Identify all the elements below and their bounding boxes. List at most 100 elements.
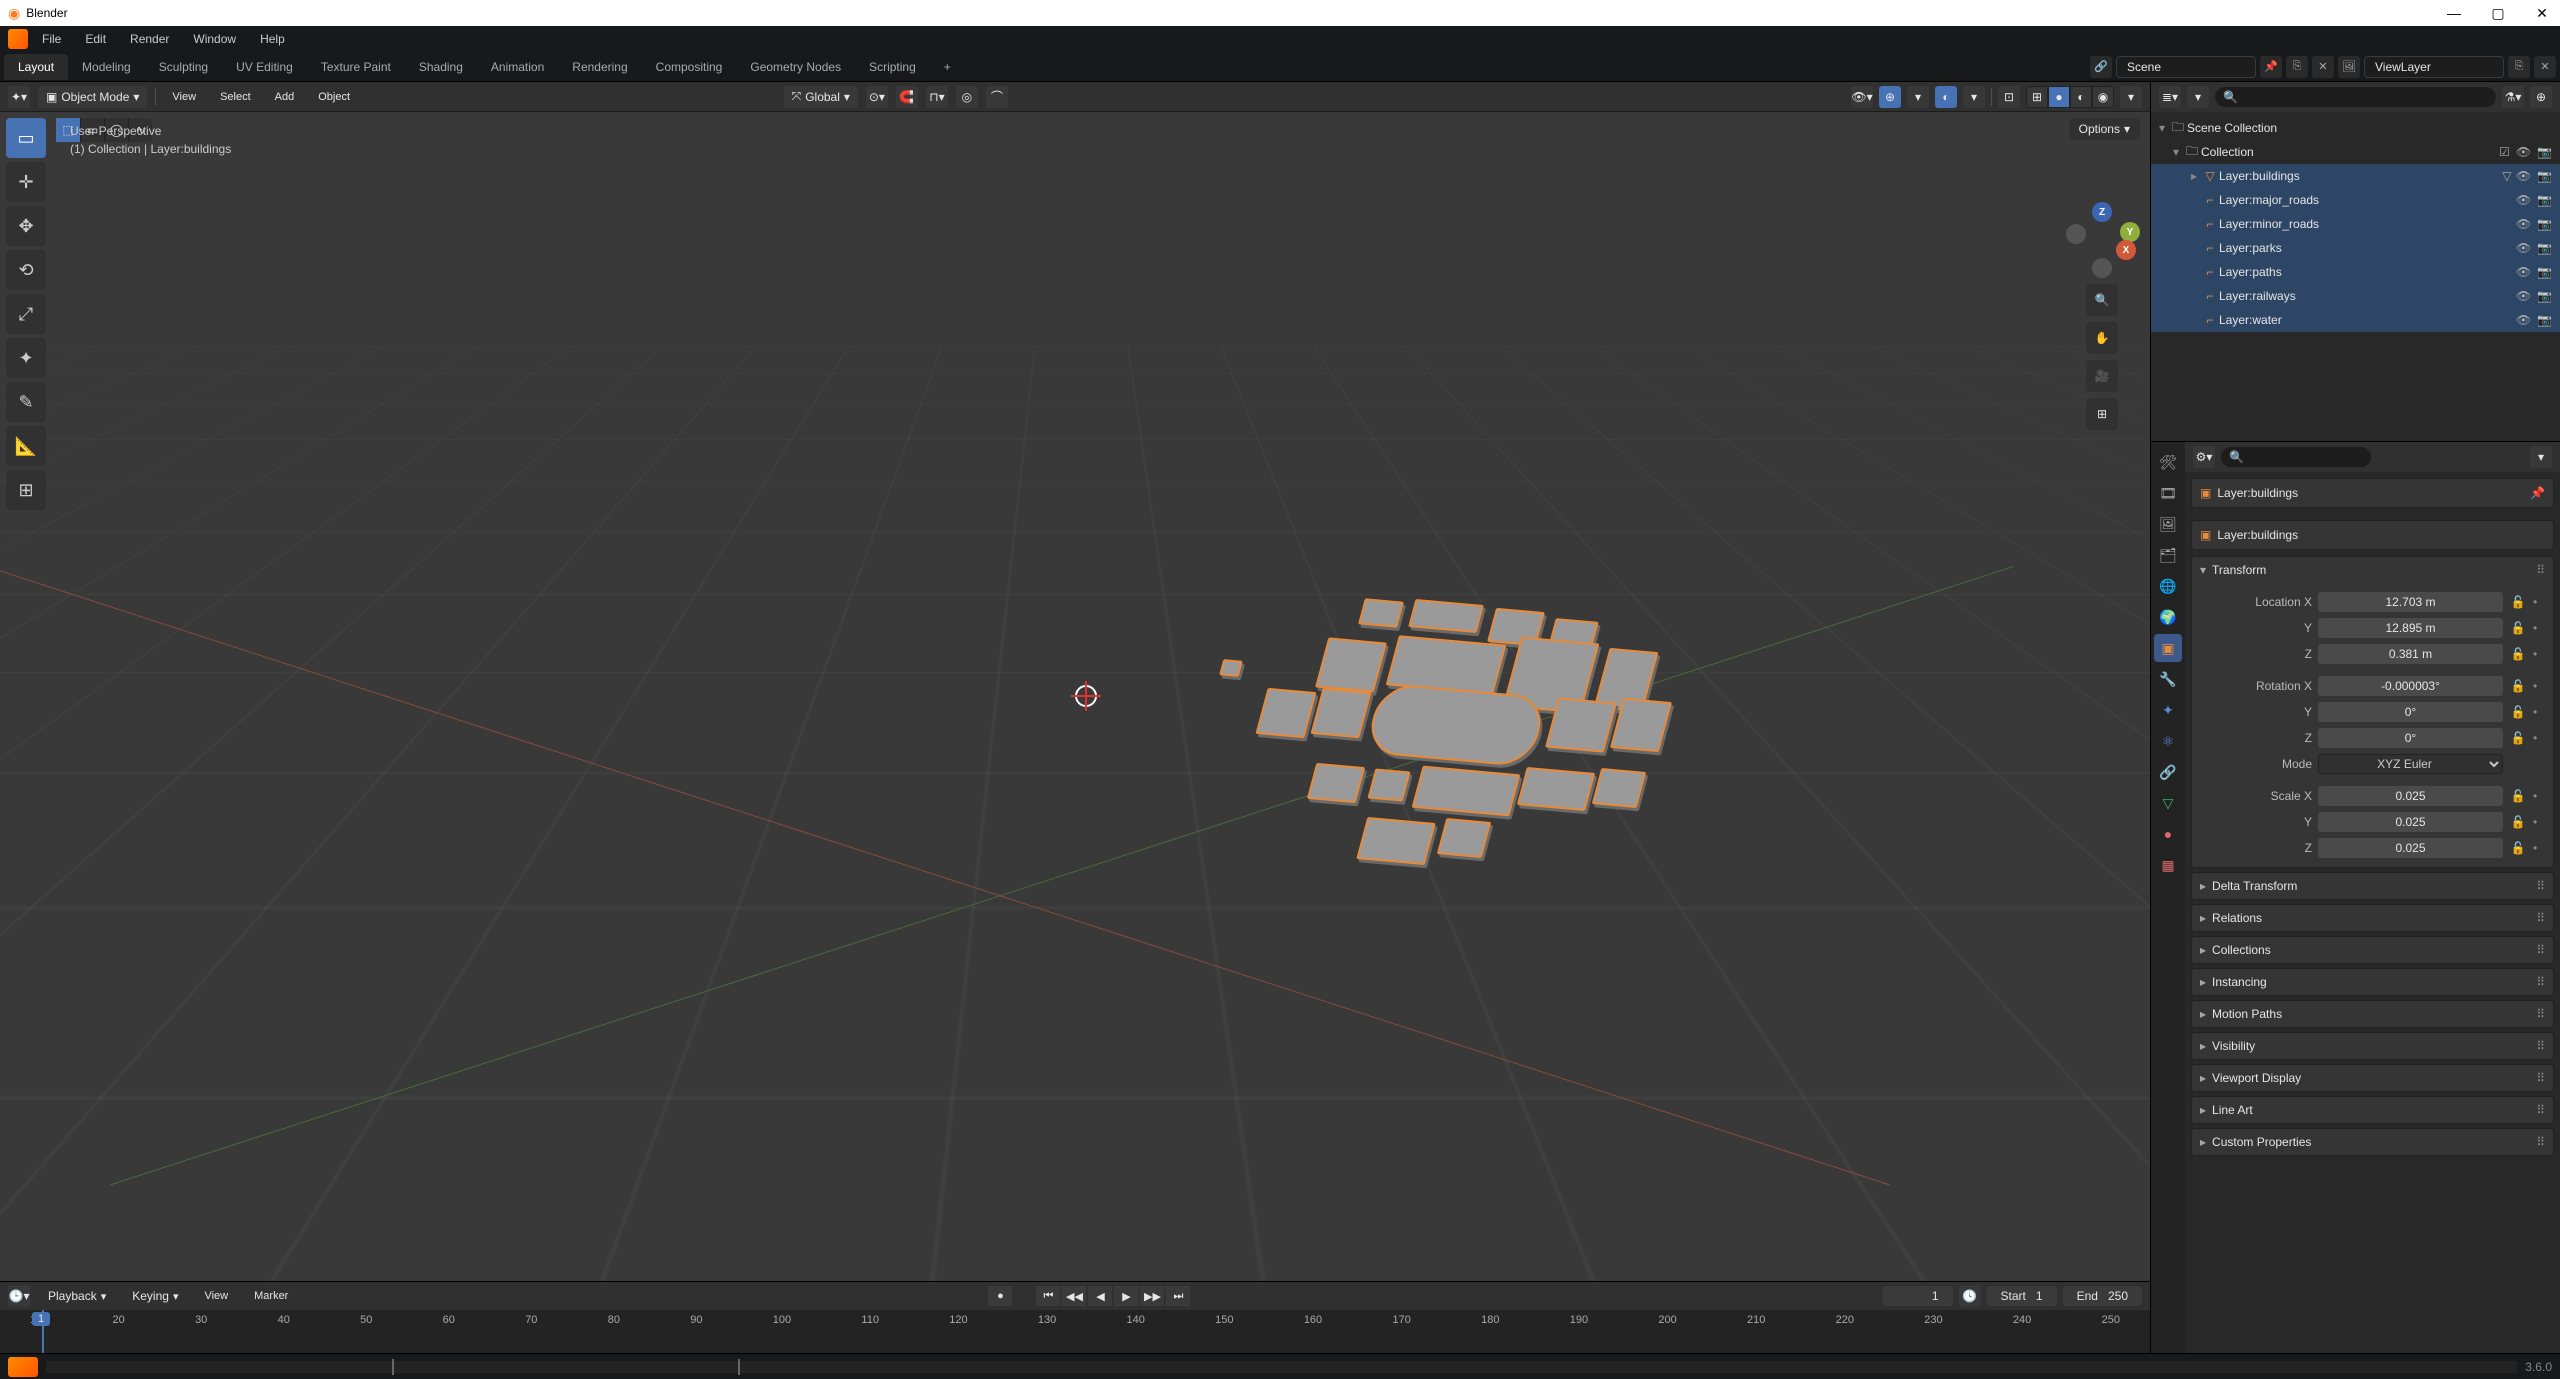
tab-texture[interactable]: ▦ [2154, 851, 2182, 879]
shading-solid-icon[interactable]: ● [2048, 86, 2070, 108]
lock-icon[interactable]: 🔓 [2509, 789, 2527, 803]
workspace-tab-compositing[interactable]: Compositing [642, 54, 737, 80]
hide-viewport-icon[interactable]: 👁 [2516, 145, 2531, 159]
viewport-menu-view[interactable]: View [164, 86, 204, 108]
editor-type-icon[interactable]: ✦▾ [8, 86, 30, 108]
outliner-tree[interactable]: ▾ 🗀 Scene Collection ▾ 🗀 Collection ☑ 👁 … [2151, 112, 2560, 441]
outliner-type-icon[interactable]: ≣▾ [2159, 86, 2181, 108]
lock-icon[interactable]: 🔓 [2509, 815, 2527, 829]
preview-range-icon[interactable]: 🕓 [1959, 1285, 1981, 1307]
panel-header[interactable]: ▸ Relations ⠿ [2192, 905, 2553, 931]
shading-matprev-icon[interactable]: ◐ [2070, 86, 2092, 108]
mode-dropdown[interactable]: ▣ Object Mode ▾ [38, 86, 147, 108]
tool-select-box[interactable]: ▭ [6, 118, 46, 158]
disable-render-icon[interactable]: 📷 [2537, 289, 2552, 303]
overlay-options[interactable]: ▾ [1963, 86, 1985, 108]
hide-viewport-icon[interactable]: 👁 [2516, 217, 2531, 231]
viewlayer-name-field[interactable]: ViewLayer [2364, 56, 2504, 78]
panel-options-icon[interactable]: ⠿ [2536, 911, 2545, 925]
tool-move[interactable]: ✥ [6, 206, 46, 246]
pivot-dropdown[interactable]: ⊙▾ [866, 86, 888, 108]
tab-render[interactable]: 🎞 [2154, 479, 2182, 507]
timeline-editor-type-icon[interactable]: 🕒▾ [8, 1285, 30, 1307]
jump-end-button[interactable]: ⏭ [1166, 1286, 1190, 1306]
playhead[interactable]: 1 [42, 1310, 44, 1353]
gizmo-toggle-icon[interactable]: ⊕ [1879, 86, 1901, 108]
viewport-menu-select[interactable]: Select [212, 86, 259, 108]
panel-options-icon[interactable]: ⠿ [2536, 943, 2545, 957]
overlay-toggle-icon[interactable]: ◐ [1935, 86, 1957, 108]
outliner-item[interactable]: ⌐ Layer:parks 👁📷 [2151, 236, 2560, 260]
outliner-item[interactable]: ⌐ Layer:paths 👁📷 [2151, 260, 2560, 284]
panel-options-icon[interactable]: ⠿ [2536, 1103, 2545, 1117]
panel-options-icon[interactable]: ⠿ [2536, 879, 2545, 893]
timeline-menu-view[interactable]: View [196, 1285, 236, 1307]
panel-header[interactable]: ▸ Instancing ⠿ [2192, 969, 2553, 995]
exclude-checkbox[interactable]: ☑ [2499, 145, 2510, 159]
scene-name-field[interactable]: Scene [2116, 56, 2256, 78]
panel-header[interactable]: ▸ Line Art ⠿ [2192, 1097, 2553, 1123]
outliner-item[interactable]: ⌐ Layer:railways 👁📷 [2151, 284, 2560, 308]
location-z-field[interactable]: 0.381 m [2318, 644, 2503, 664]
panel-transform-header[interactable]: ▾ Transform ⠿ [2192, 557, 2553, 583]
delete-viewlayer-icon[interactable]: ✕ [2534, 56, 2556, 78]
scene-browse-icon[interactable]: 🔗 [2090, 56, 2112, 78]
status-app-icon[interactable] [8, 1357, 38, 1377]
panel-header[interactable]: ▸ Collections ⠿ [2192, 937, 2553, 963]
workspace-tab-modeling[interactable]: Modeling [68, 54, 145, 80]
maximize-button[interactable]: ▢ [2488, 3, 2508, 23]
tab-particles[interactable]: ✦ [2154, 696, 2182, 724]
tool-transform[interactable]: ✦ [6, 338, 46, 378]
workspace-tab-sculpting[interactable]: Sculpting [145, 54, 222, 80]
ortho-toggle-button[interactable]: ⊞ [2086, 398, 2118, 430]
workspace-tab-texture-paint[interactable]: Texture Paint [307, 54, 405, 80]
workspace-tab-uv-editing[interactable]: UV Editing [222, 54, 307, 80]
hide-viewport-icon[interactable]: 👁 [2516, 241, 2531, 255]
tab-data[interactable]: ▽ [2154, 789, 2182, 817]
visibility-filter-icon[interactable]: 👁▾ [1851, 86, 1873, 108]
workspace-tab-shading[interactable]: Shading [405, 54, 477, 80]
orientation-dropdown[interactable]: ⤧ Global ▾ [784, 86, 858, 108]
snap-options[interactable]: ⊓▾ [926, 86, 948, 108]
disable-render-icon[interactable]: 📷 [2537, 265, 2552, 279]
proportional-falloff[interactable]: ⌒ [986, 86, 1008, 108]
rotation-y-field[interactable]: 0° [2318, 702, 2503, 722]
3d-viewport[interactable]: ⬚ ▭ ◯ ∿ User Perspective (1) Collection … [0, 112, 2150, 1281]
outliner-display-mode[interactable]: ▾ [2187, 86, 2209, 108]
tab-material[interactable]: ● [2154, 820, 2182, 848]
rotation-x-field[interactable]: -0.000003° [2318, 676, 2503, 696]
object-name-field[interactable]: ▣ Layer:buildings [2191, 520, 2554, 550]
end-frame-field[interactable]: End 250 [2063, 1286, 2142, 1306]
current-frame-field[interactable]: 1 [1883, 1286, 1953, 1306]
hide-viewport-icon[interactable]: 👁 [2516, 169, 2531, 183]
tab-scene[interactable]: 🌐 [2154, 572, 2182, 600]
snap-toggle[interactable]: 🧲 [896, 86, 918, 108]
lock-icon[interactable]: 🔓 [2509, 731, 2527, 745]
outliner-search-input[interactable]: 🔍 [2215, 87, 2496, 107]
hide-viewport-icon[interactable]: 👁 [2516, 193, 2531, 207]
minimize-button[interactable]: — [2444, 3, 2464, 23]
new-viewlayer-icon[interactable]: ⎘ [2508, 56, 2530, 78]
timeline-menu-marker[interactable]: Marker [246, 1285, 296, 1307]
timeline-track[interactable]: 1 10203040506070809010011012013014015016… [0, 1310, 2150, 1353]
disable-render-icon[interactable]: 📷 [2537, 193, 2552, 207]
panel-header[interactable]: ▸ Viewport Display ⠿ [2192, 1065, 2553, 1091]
workspace-tab-rendering[interactable]: Rendering [558, 54, 641, 80]
proportional-edit-toggle[interactable]: ◎ [956, 86, 978, 108]
panel-options-icon[interactable]: ⠿ [2536, 563, 2545, 577]
hide-viewport-icon[interactable]: 👁 [2516, 289, 2531, 303]
viewport-options-popover[interactable]: Options ▾ [2069, 118, 2140, 140]
disable-render-icon[interactable]: 📷 [2537, 241, 2552, 255]
buildings-mesh-group[interactable] [1161, 580, 1721, 960]
tab-viewlayer[interactable]: 🗂 [2154, 541, 2182, 569]
blender-app-icon[interactable] [8, 29, 28, 49]
tab-world[interactable]: 🌍 [2154, 603, 2182, 631]
scale-z-field[interactable]: 0.025 [2318, 838, 2503, 858]
outliner-item[interactable]: ⌐ Layer:minor_roads 👁📷 [2151, 212, 2560, 236]
menu-file[interactable]: File [32, 28, 71, 50]
xray-toggle-icon[interactable]: ⊡ [1998, 86, 2020, 108]
tool-measure[interactable]: 📐 [6, 426, 46, 466]
workspace-tab-layout[interactable]: Layout [4, 54, 68, 80]
pin-scene-icon[interactable]: 📌 [2260, 56, 2282, 78]
workspace-tab-animation[interactable]: Animation [477, 54, 558, 80]
